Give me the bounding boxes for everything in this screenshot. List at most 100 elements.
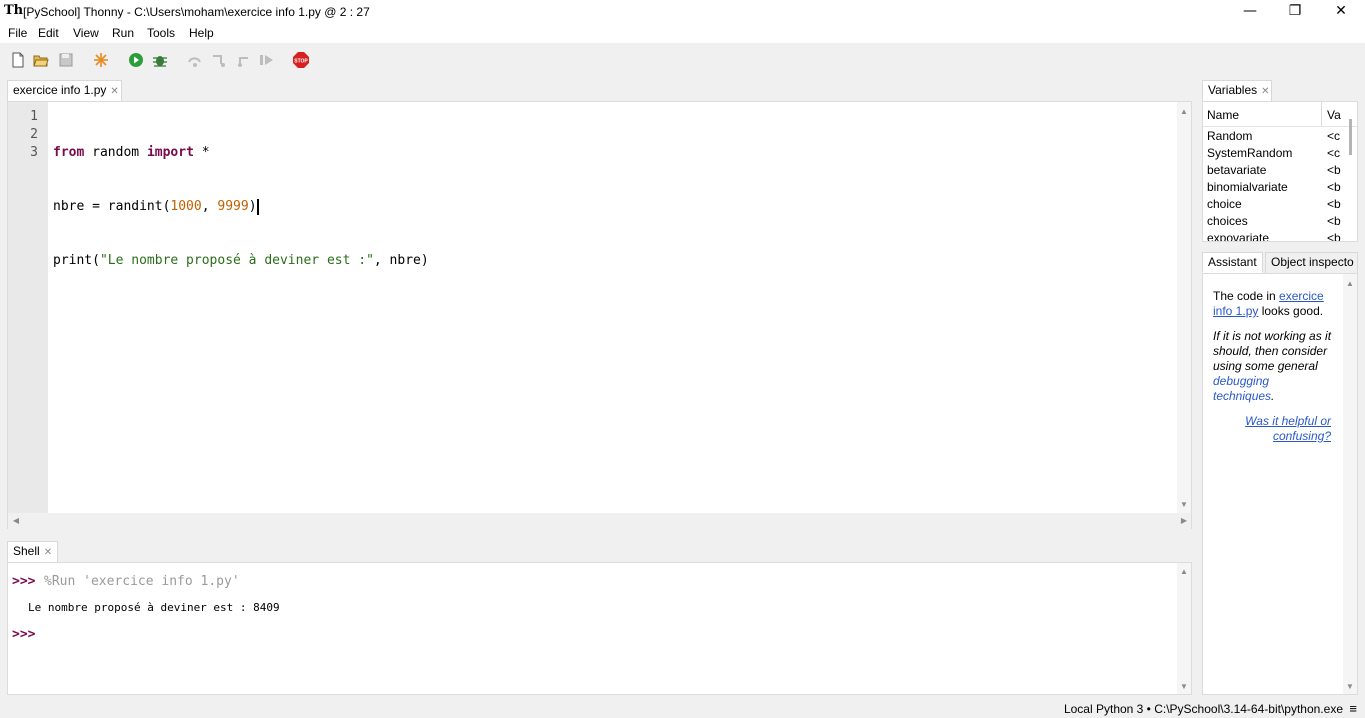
- step-over-icon[interactable]: [187, 52, 203, 68]
- code-token: random: [84, 145, 147, 160]
- tab-object-inspector[interactable]: Object inspecto: [1265, 252, 1358, 273]
- code-token: print(: [53, 253, 100, 268]
- assistant-text: The code in: [1213, 289, 1280, 303]
- scroll-right-icon[interactable]: ▶: [1177, 516, 1191, 526]
- variable-row-value: <c: [1327, 129, 1341, 143]
- variable-row-name[interactable]: SystemRandom: [1207, 146, 1292, 160]
- editor-horizontal-scrollbar[interactable]: ◀ ▶: [8, 513, 1191, 529]
- close-tab-icon[interactable]: ✕: [1261, 86, 1269, 97]
- assistant-text: .: [1271, 389, 1275, 403]
- menu-edit[interactable]: Edit: [38, 26, 59, 40]
- line-number: 1: [30, 109, 38, 124]
- scroll-down-icon[interactable]: ▼: [1177, 682, 1191, 692]
- variable-row-name[interactable]: choices: [1207, 214, 1248, 228]
- variable-row-name[interactable]: binomialvariate: [1207, 180, 1288, 194]
- variable-row-value: <b: [1327, 214, 1341, 228]
- run-icon[interactable]: [128, 52, 144, 68]
- menu-tools[interactable]: Tools: [147, 26, 175, 40]
- assistant-advice: If it is not working as it should, then …: [1213, 329, 1331, 404]
- assistant-text: should, then consider: [1213, 344, 1328, 358]
- interpreter-label[interactable]: Local Python 3 • C:\PySchool\3.14-64-bit…: [1064, 702, 1343, 716]
- thonny-logo-icon: Th: [4, 3, 24, 18]
- variable-row-value: <b: [1327, 197, 1341, 211]
- assistant-tab-label: Assistant: [1208, 255, 1257, 269]
- status-bar: Local Python 3 • C:\PySchool\3.14-64-bit…: [0, 698, 1365, 718]
- menu-icon[interactable]: ≡: [1349, 701, 1357, 716]
- close-tab-icon[interactable]: ✕: [44, 547, 52, 558]
- column-header-value[interactable]: Va: [1327, 108, 1341, 122]
- header-divider: [1203, 126, 1357, 127]
- shell-prompt[interactable]: >>>: [12, 627, 35, 642]
- close-button[interactable]: ✕: [1318, 0, 1364, 24]
- variable-row-name[interactable]: choice: [1207, 197, 1242, 211]
- scroll-up-icon[interactable]: ▲: [1343, 279, 1357, 289]
- variables-scrollbar-thumb[interactable]: [1349, 119, 1352, 155]
- file-link[interactable]: info 1.py: [1213, 304, 1258, 318]
- step-into-icon[interactable]: [211, 52, 227, 68]
- variable-row-name[interactable]: Random: [1207, 129, 1252, 143]
- shell-run-command: %Run 'exercice info 1.py': [44, 574, 240, 589]
- assistant-vertical-scrollbar[interactable]: ▲ ▼: [1343, 274, 1357, 694]
- code-token: nbre = randint(: [53, 199, 171, 214]
- debug-icon[interactable]: [152, 52, 168, 68]
- shell-vertical-scrollbar[interactable]: ▲ ▼: [1177, 563, 1191, 694]
- feedback-link[interactable]: Was it helpful or: [1245, 414, 1331, 428]
- assistant-text: looks good.: [1258, 304, 1324, 318]
- menu-view[interactable]: View: [73, 26, 99, 40]
- scroll-up-icon[interactable]: ▲: [1177, 107, 1191, 117]
- minimize-button[interactable]: —: [1227, 0, 1273, 24]
- debugging-link[interactable]: debugging: [1213, 374, 1269, 388]
- string-literal: "Le nombre proposé à deviner est :": [99, 253, 374, 268]
- menu-bar: File Edit View Run Tools Help: [0, 24, 1365, 43]
- menu-help[interactable]: Help: [189, 26, 214, 40]
- variable-row-name[interactable]: expovariate: [1207, 231, 1269, 241]
- open-file-icon[interactable]: [33, 52, 49, 68]
- code-line: nbre = randint(1000, 9999): [53, 198, 429, 216]
- new-file-icon[interactable]: [10, 52, 26, 68]
- keyword: from: [53, 145, 85, 160]
- tab-exercice-info[interactable]: exercice info 1.py ✕: [7, 80, 122, 101]
- column-header-name[interactable]: Name: [1207, 108, 1239, 122]
- close-tab-icon[interactable]: ✕: [110, 86, 118, 97]
- file-link[interactable]: exercice: [1279, 289, 1324, 303]
- code-editor[interactable]: 1 2 3 from random import * nbre = randin…: [7, 101, 1192, 529]
- code-text[interactable]: from random import * nbre = randint(1000…: [53, 108, 429, 306]
- scroll-down-icon[interactable]: ▼: [1343, 682, 1357, 692]
- feedback-link[interactable]: confusing?: [1273, 429, 1331, 443]
- editor-vertical-scrollbar[interactable]: ▲ ▼: [1177, 102, 1191, 513]
- resume-icon[interactable]: [259, 52, 275, 68]
- save-icon[interactable]: [58, 52, 74, 68]
- code-line: from random import *: [53, 144, 429, 162]
- menu-file[interactable]: File: [8, 26, 27, 40]
- tab-variables[interactable]: Variables ✕: [1202, 80, 1272, 101]
- tab-assistant[interactable]: Assistant: [1202, 252, 1263, 273]
- variables-tab-label: Variables: [1208, 83, 1258, 97]
- scroll-up-icon[interactable]: ▲: [1177, 567, 1191, 577]
- assistant-text: using some general: [1213, 359, 1318, 373]
- shell-tab-label: Shell: [13, 544, 40, 558]
- editor-tab-label: exercice info 1.py: [13, 83, 107, 97]
- shell-output: Le nombre proposé à deviner est : 8409: [28, 601, 280, 614]
- toolbar: STOP: [0, 43, 1365, 76]
- menu-run[interactable]: Run: [112, 26, 134, 40]
- variables-panel: Name Va Random <c SystemRandom <c betavari…: [1202, 101, 1358, 242]
- number-literal: 1000: [170, 199, 202, 214]
- maximize-button[interactable]: ❐: [1272, 0, 1318, 24]
- spark-icon[interactable]: [93, 52, 109, 68]
- variable-row-name[interactable]: betavariate: [1207, 163, 1266, 177]
- debugging-link[interactable]: techniques: [1213, 389, 1271, 403]
- shell-panel[interactable]: >>> %Run 'exercice info 1.py' Le nombre …: [7, 562, 1192, 695]
- title-bar: Th [PySchool] Thonny - C:\Users\moham\ex…: [0, 0, 1365, 24]
- line-number: 2: [30, 127, 38, 142]
- scroll-down-icon[interactable]: ▼: [1177, 500, 1191, 510]
- tab-shell[interactable]: Shell ✕: [7, 541, 58, 562]
- assistant-message: The code in exercice info 1.py looks goo…: [1213, 289, 1324, 319]
- column-divider[interactable]: [1321, 102, 1322, 126]
- stop-icon[interactable]: STOP: [293, 52, 309, 68]
- variable-row-value: <b: [1327, 231, 1341, 242]
- variable-row-value: <b: [1327, 180, 1341, 194]
- code-token: ,: [201, 199, 218, 214]
- step-out-icon[interactable]: [236, 52, 252, 68]
- variable-row-value: <c: [1327, 146, 1341, 160]
- scroll-left-icon[interactable]: ◀: [9, 516, 23, 526]
